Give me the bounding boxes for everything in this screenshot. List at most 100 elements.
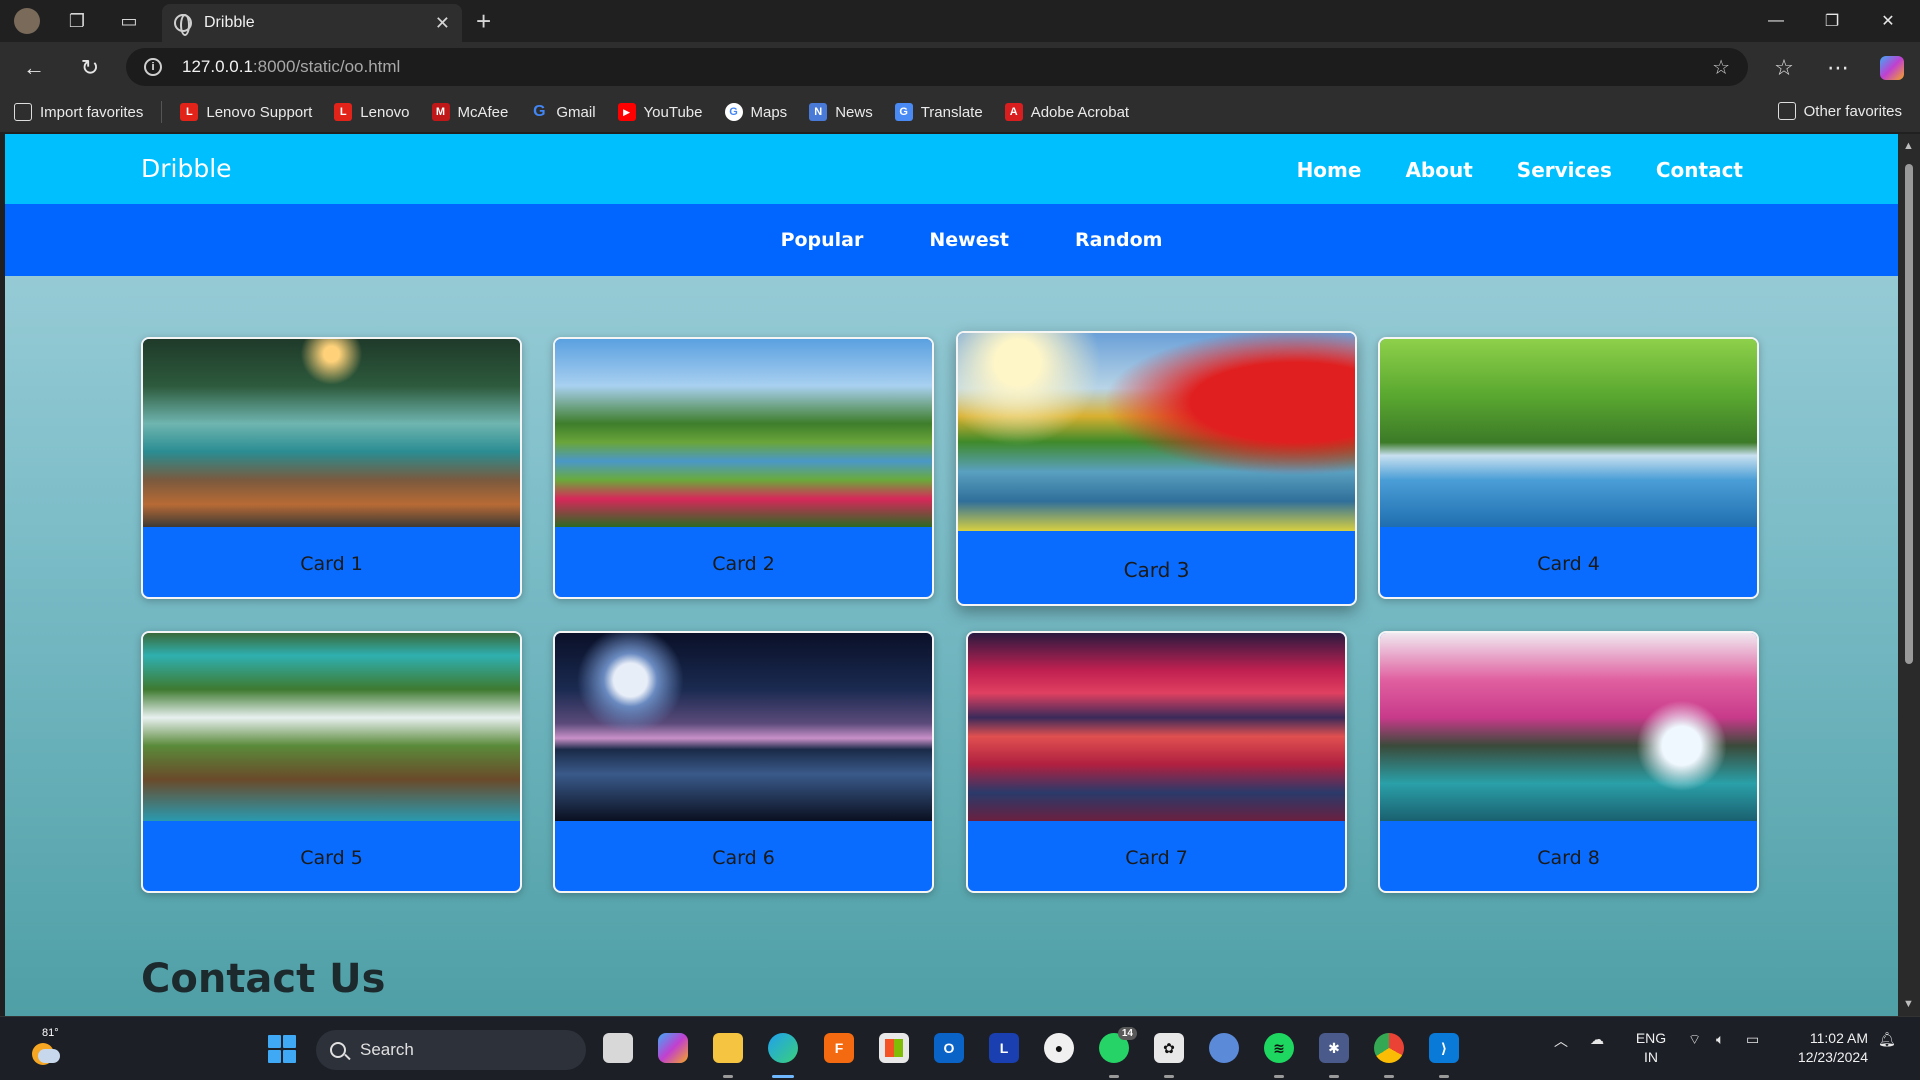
running-indicator xyxy=(1164,1075,1174,1078)
nav-services[interactable]: Services xyxy=(1517,158,1612,182)
import-icon xyxy=(14,103,32,121)
vscode-icon[interactable]: ⟩ xyxy=(1429,1033,1459,1063)
bug-app-icon[interactable]: ✱ xyxy=(1319,1033,1349,1063)
scroll-down-icon[interactable]: ▼ xyxy=(1903,998,1914,1010)
file-explorer-icon[interactable] xyxy=(713,1033,743,1063)
chrome-icon[interactable] xyxy=(1374,1033,1404,1063)
wifi-icon[interactable]: ⌔ xyxy=(1688,1031,1701,1049)
maps-icon: G xyxy=(724,103,743,121)
card-7[interactable]: Card 7 xyxy=(966,631,1347,893)
chatgpt-icon[interactable]: ✿ xyxy=(1154,1033,1184,1063)
favorite-star-icon[interactable]: ☆ xyxy=(1712,55,1730,80)
card-label: Card 5 xyxy=(300,847,363,869)
github-icon[interactable]: ● xyxy=(1044,1033,1074,1063)
card-image-lake xyxy=(143,339,520,527)
card-3[interactable]: Card 3 xyxy=(956,331,1357,606)
contact-heading: Contact Us xyxy=(141,956,386,1002)
onedrive-icon[interactable]: ☁ xyxy=(1590,1031,1604,1048)
profile-avatar-icon[interactable] xyxy=(6,0,48,42)
card-label: Card 7 xyxy=(1125,847,1188,869)
whatsapp-icon[interactable]: 14 xyxy=(1099,1027,1137,1063)
favorite-news[interactable]: N News xyxy=(809,103,873,121)
subnav-newest[interactable]: Newest xyxy=(929,229,1009,251)
favorite-lenovo[interactable]: L Lenovo xyxy=(334,103,410,121)
system-clock[interactable]: 11:02 AM 12/23/2024 xyxy=(1788,1029,1868,1067)
weather-widget[interactable]: 81° xyxy=(26,1027,60,1065)
close-window-button[interactable]: ✕ xyxy=(1860,0,1916,42)
card-image-waterfall-forest xyxy=(1380,339,1757,527)
reload-button[interactable]: ↻ xyxy=(72,50,108,86)
site-brand[interactable]: Dribble xyxy=(141,154,232,183)
favorite-gmail[interactable]: G Gmail xyxy=(530,103,595,121)
taskbar-search[interactable]: Search xyxy=(316,1030,586,1070)
favorites-divider xyxy=(161,101,163,123)
minimize-button[interactable]: — xyxy=(1748,0,1804,42)
site-info-icon[interactable]: i xyxy=(144,58,162,76)
restore-button[interactable]: ❐ xyxy=(1804,0,1860,42)
favorite-label: News xyxy=(835,103,873,121)
edge-icon[interactable] xyxy=(768,1033,798,1063)
card-8[interactable]: Card 8 xyxy=(1378,631,1759,893)
workspaces-icon[interactable]: ❐ xyxy=(56,0,98,42)
other-favorites-label: Other favorites xyxy=(1803,102,1902,120)
favorite-label: Lenovo Support xyxy=(206,103,313,121)
nav-about[interactable]: About xyxy=(1405,158,1472,182)
favorite-lenovo-support[interactable]: L Lenovo Support xyxy=(180,103,312,121)
lenovo-vantage-icon[interactable]: L xyxy=(989,1033,1019,1063)
copilot-icon[interactable] xyxy=(1874,50,1910,86)
page-scrollbar[interactable]: ▲ ▼ xyxy=(1898,134,1920,1016)
browser-tab[interactable]: Dribble ✕ xyxy=(162,4,462,42)
nav-contact[interactable]: Contact xyxy=(1656,158,1743,182)
language-indicator[interactable]: ENG IN xyxy=(1634,1029,1668,1067)
more-menu-icon[interactable]: ⋯ xyxy=(1820,50,1856,86)
notification-bell-icon[interactable]: 🔔︎ xyxy=(1878,1031,1896,1048)
app-fus-icon[interactable]: F xyxy=(824,1033,854,1063)
card-6[interactable]: Card 6 xyxy=(553,631,934,893)
region-code: IN xyxy=(1644,1049,1658,1065)
outlook-icon[interactable]: O xyxy=(934,1033,964,1063)
subnav-popular[interactable]: Popular xyxy=(781,229,864,251)
favorite-mcafee[interactable]: M McAfee xyxy=(431,103,508,121)
google-icon: G xyxy=(533,103,546,120)
url-input[interactable]: i 127.0.0.1:8000/static/oo.html ☆ xyxy=(126,48,1748,86)
notification-badge: 14 xyxy=(1117,1027,1137,1040)
card-2[interactable]: Card 2 xyxy=(553,337,934,599)
battery-icon[interactable]: ▭ xyxy=(1746,1031,1759,1048)
favorite-translate[interactable]: G Translate xyxy=(894,103,983,121)
clock-time: 11:02 AM xyxy=(1809,1030,1868,1046)
close-tab-icon[interactable]: ✕ xyxy=(435,13,450,34)
favorite-label: YouTube xyxy=(643,103,703,121)
task-view-icon[interactable] xyxy=(603,1033,633,1063)
folder-icon xyxy=(1777,102,1796,120)
show-hidden-icons-icon[interactable]: ︿ xyxy=(1554,1031,1568,1051)
sub-nav: Popular Newest Random xyxy=(5,204,1898,276)
back-button[interactable]: ← xyxy=(16,50,52,86)
running-indicator xyxy=(1384,1075,1394,1078)
favorite-label: Adobe Acrobat xyxy=(1030,103,1130,121)
volume-icon[interactable]: 🔈︎ xyxy=(1716,1031,1724,1048)
store-icon[interactable] xyxy=(879,1033,909,1063)
new-tab-button[interactable]: + xyxy=(476,6,491,37)
globe-app-icon[interactable] xyxy=(1209,1033,1239,1063)
favorite-maps[interactable]: G Maps xyxy=(724,103,787,121)
card-label: Card 4 xyxy=(1537,553,1600,575)
favorite-import[interactable]: Import favorites xyxy=(14,103,143,121)
scrollbar-thumb[interactable] xyxy=(1905,164,1913,664)
spotify-icon[interactable]: ≋ xyxy=(1264,1033,1294,1063)
start-button[interactable] xyxy=(268,1035,296,1063)
favorites-icon[interactable]: ☆ xyxy=(1766,50,1802,86)
card-4[interactable]: Card 4 xyxy=(1378,337,1759,599)
card-image-autumn-lake xyxy=(958,333,1355,531)
card-5[interactable]: Card 5 xyxy=(141,631,522,893)
copilot-icon[interactable] xyxy=(658,1033,688,1063)
favorite-youtube[interactable]: ▶ YouTube xyxy=(617,103,703,121)
subnav-random[interactable]: Random xyxy=(1075,229,1162,251)
favorite-adobe-acrobat[interactable]: A Adobe Acrobat xyxy=(1004,103,1130,121)
nav-home[interactable]: Home xyxy=(1297,158,1362,182)
cloud-icon xyxy=(38,1049,60,1063)
tab-actions-icon[interactable]: ▭ xyxy=(108,0,150,42)
other-favorites[interactable]: Other favorites xyxy=(1777,102,1902,120)
scroll-up-icon[interactable]: ▲ xyxy=(1903,140,1914,152)
card-1[interactable]: Card 1 xyxy=(141,337,522,599)
card-image-sunset-pier xyxy=(968,633,1345,821)
